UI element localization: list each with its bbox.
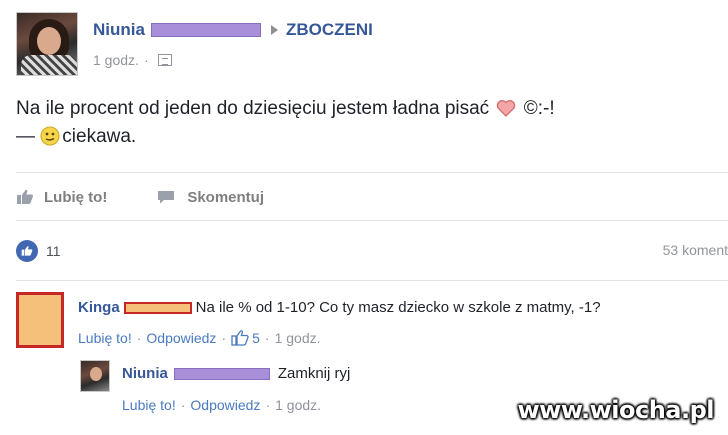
reply-text: Zamknij ryj [277, 365, 351, 382]
like-button[interactable]: Lubię to! [16, 189, 107, 206]
comment-line: Kinga Na ile % od 1-10? Co ty masz dziec… [78, 299, 601, 316]
comment-actions: Lubię to! · Odpowiedz · 5 · 1 godz. [78, 330, 321, 346]
comment-reply-link[interactable]: Odpowiedz [146, 330, 216, 346]
audience-group-icon[interactable] [157, 54, 172, 66]
like-badge-icon[interactable] [16, 240, 38, 262]
reply-timestamp[interactable]: 1 godz. [275, 397, 321, 413]
comment-text: Na ile % od 1-10? Co ty masz dziecko w s… [195, 299, 601, 316]
post-text-line-2: — ciekawa. [16, 126, 137, 147]
like-button-label: Lubię to! [44, 188, 108, 206]
redaction-bar [150, 23, 261, 37]
divider [16, 220, 728, 221]
heart-icon [497, 100, 516, 117]
reply-author-avatar[interactable] [80, 360, 110, 392]
author-line: Niunia ZBOCZENI [93, 20, 373, 40]
triangle-right-icon [270, 25, 278, 35]
commenter-avatar[interactable] [16, 292, 64, 348]
smiley-icon [40, 126, 60, 146]
comment-button-label: Skomentuj [187, 188, 265, 206]
group-name-link[interactable]: ZBOCZENI [286, 20, 373, 40]
post-text-line-1: Na ile procent od jeden do dziesięciu je… [16, 98, 555, 119]
comment-bubble-icon [158, 191, 175, 204]
divider [16, 280, 728, 281]
author-avatar[interactable] [16, 12, 78, 76]
comment-button[interactable]: Skomentuj [157, 189, 264, 206]
post-action-bar: Lubię to! Skomentuj [16, 185, 314, 209]
reply-line: Niunia Zamknij ryj [122, 365, 350, 382]
reply-author-link[interactable]: Niunia [122, 365, 168, 382]
author-name-link[interactable]: Niunia [93, 20, 145, 40]
redaction-bar [173, 367, 270, 380]
reply-like-link[interactable]: Lubię to! [122, 397, 176, 413]
thumbs-up-icon [17, 189, 33, 204]
likes-summary-row: 11 53 koment [16, 238, 728, 264]
watermark: www.wiocha.pl [517, 396, 714, 424]
comment-author-link[interactable]: Kinga [78, 299, 120, 316]
comment-like-link[interactable]: Lubię to! [78, 330, 132, 346]
post-timestamp[interactable]: 1 godz. [93, 52, 139, 68]
reply-reply-link[interactable]: Odpowiedz [190, 397, 260, 413]
comments-count-link[interactable]: 53 koment [663, 242, 728, 258]
divider [16, 172, 728, 173]
comment-like-count[interactable]: 5 [252, 330, 260, 346]
post-header: Niunia ZBOCZENI 1 godz. · [16, 12, 716, 78]
redaction-bar [123, 301, 192, 314]
thumbs-up-outline-icon [231, 330, 249, 346]
post-meta: 1 godz. · [93, 52, 172, 68]
post-body: Na ile procent od jeden do dziesięciu je… [16, 95, 555, 151]
comment-timestamp[interactable]: 1 godz. [275, 330, 321, 346]
likes-count[interactable]: 11 [46, 243, 61, 259]
post-emoticon-text: ©:-! [523, 98, 555, 119]
reply-actions: Lubię to! · Odpowiedz · 1 godz. [122, 397, 322, 413]
